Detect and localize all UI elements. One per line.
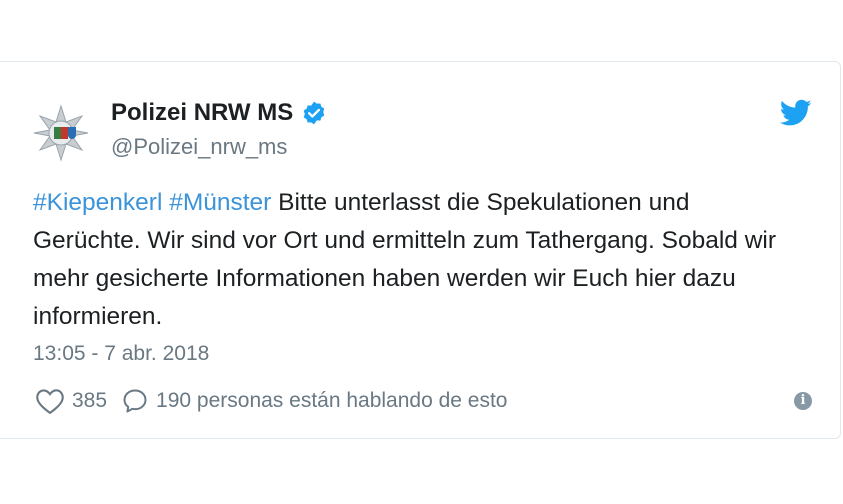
speech-bubble-icon bbox=[123, 389, 147, 413]
police-star-logo-icon bbox=[33, 104, 89, 162]
tweet-actions: 385 190 personas están hablando de esto bbox=[35, 387, 508, 415]
tweet-timestamp[interactable]: 13:05 - 7 abr. 2018 bbox=[33, 342, 209, 366]
like-count: 385 bbox=[72, 389, 108, 412]
heart-icon bbox=[36, 389, 64, 415]
twitter-bird-icon[interactable] bbox=[780, 99, 812, 127]
display-name[interactable]: Polizei NRW MS bbox=[111, 99, 293, 127]
verified-badge-icon bbox=[303, 101, 325, 125]
conversation-button[interactable]: 190 personas están hablando de esto bbox=[121, 387, 508, 415]
hashtag-link[interactable]: #Kiepenkerl bbox=[33, 189, 162, 216]
like-button[interactable]: 385 bbox=[35, 387, 121, 415]
hashtag-link[interactable]: #Münster bbox=[169, 189, 271, 216]
police-star-avatar[interactable] bbox=[30, 102, 92, 164]
embedded-tweet-card: Polizei NRW MS @Polizei_nrw_ms #Kiepenke… bbox=[0, 61, 841, 439]
conversation-count: 190 personas están hablando de esto bbox=[156, 389, 508, 412]
info-icon[interactable]: i bbox=[794, 392, 812, 410]
tweet-text: #Kiepenkerl #Münster Bitte unterlasst di… bbox=[33, 184, 793, 336]
display-name-row: Polizei NRW MS bbox=[111, 99, 327, 127]
user-handle[interactable]: @Polizei_nrw_ms bbox=[111, 134, 287, 160]
